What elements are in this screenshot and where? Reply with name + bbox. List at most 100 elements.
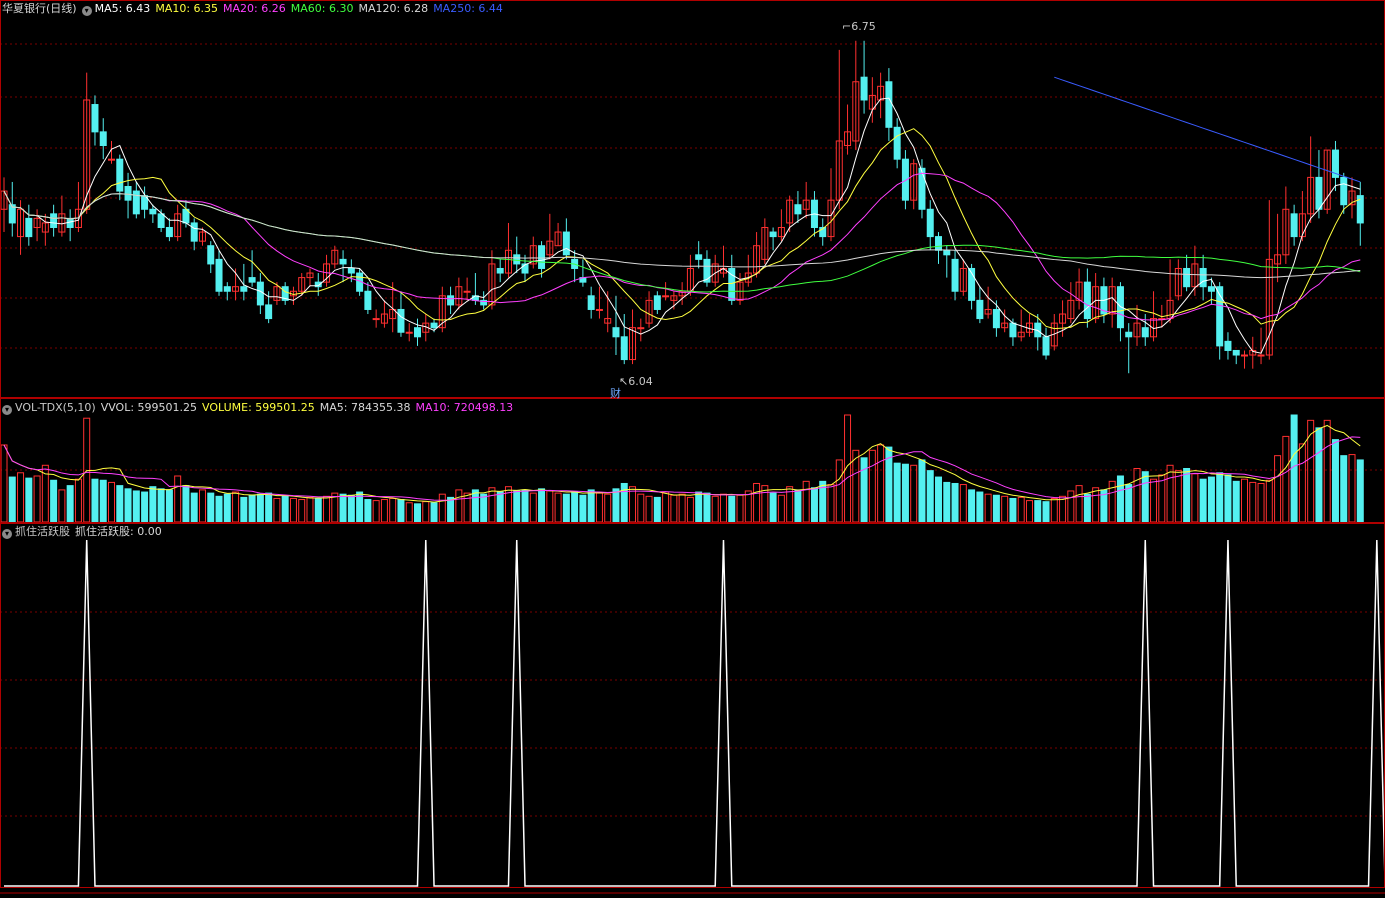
ma250-line: [1054, 76, 1361, 183]
volume-bar: [174, 475, 182, 523]
volume-bar: [99, 479, 107, 523]
volume-bar: [380, 499, 388, 523]
volume-bar: [835, 459, 843, 523]
volume-bar: [579, 494, 587, 523]
volume-bar: [777, 494, 785, 523]
candle-body: [215, 258, 223, 292]
volume-bar: [1199, 478, 1207, 523]
candle-body: [463, 290, 471, 293]
volume-bar: [695, 491, 703, 523]
volume-bar: [976, 491, 984, 523]
panel-border: [0, 0, 1385, 398]
title: 华夏银行(日线): [2, 2, 77, 15]
volume-bar: [1116, 475, 1124, 523]
candle-body: [256, 281, 264, 306]
candle-body: [695, 254, 703, 260]
volume-bar: [1092, 487, 1100, 523]
candle-body: [430, 322, 438, 329]
volume-bar: [1050, 497, 1058, 523]
candle-body: [124, 186, 132, 201]
volume-bar: [281, 495, 289, 523]
grid-lines: [0, 43, 1385, 817]
volume-bar: [496, 491, 504, 523]
volume-bar: [910, 464, 918, 523]
volume-bar: [1216, 472, 1224, 523]
candle-body: [248, 277, 256, 283]
candle-body: [885, 81, 893, 128]
stock-chart: [0, 0, 1385, 894]
volume-bar: [827, 484, 835, 523]
volume-bar: [1232, 480, 1240, 523]
volume-bar: [265, 492, 273, 523]
volume-bar: [17, 472, 25, 523]
volume-bar: [1042, 501, 1050, 523]
low-price-label: ↖6.04: [619, 375, 653, 388]
volume-bar: [1298, 443, 1306, 523]
candle-body: [1315, 176, 1323, 210]
volume-legend-item-0: VVOL: 599501.25: [100, 401, 198, 414]
volume-bar: [538, 488, 546, 523]
volume-bar: [736, 494, 744, 523]
chevron-down-icon[interactable]: ▾: [81, 6, 92, 16]
indicator-legend-item-0: 抓住活跃股: 0.00: [75, 525, 162, 538]
candle-body: [1083, 281, 1091, 320]
candle-body: [364, 290, 372, 310]
volume-bar: [1323, 419, 1331, 523]
volume-bar: [455, 489, 463, 523]
candle-body: [1199, 267, 1207, 288]
chevron-down-icon[interactable]: ▾: [2, 405, 12, 415]
candle-body: [769, 231, 777, 238]
volume-bar: [529, 492, 537, 523]
volume-bar: [587, 489, 595, 523]
volume-bar: [50, 479, 58, 523]
volume-bar: [678, 493, 686, 523]
ma-legend-item-4: MA120: 6.28: [358, 2, 429, 15]
volume-bar: [1166, 464, 1174, 523]
panel-frames: [0, 0, 1385, 894]
volume-bar: [124, 488, 132, 523]
candle-body: [595, 308, 603, 311]
volume-bar: [546, 490, 554, 523]
volume-bar: [149, 486, 157, 523]
volume-bar: [992, 494, 1000, 523]
volume-bar: [215, 495, 223, 523]
candle-body: [397, 308, 405, 333]
volume-bar: [645, 495, 653, 523]
ma-legend-item-1: MA10: 6.35: [155, 2, 219, 15]
volume-bar: [141, 491, 149, 523]
volume-bar: [637, 493, 645, 523]
moving-average-lines: [3, 76, 1361, 354]
volume-bar: [132, 490, 140, 523]
candle-body: [132, 190, 140, 215]
volume-bar: [1331, 439, 1339, 523]
volume-legend-item-2: MA5: 784355.38: [319, 401, 411, 414]
volume-bar: [1025, 500, 1033, 523]
volume-bar: [480, 493, 488, 523]
volume-bar: [943, 481, 951, 523]
volume-bar: [554, 492, 562, 523]
candle-body: [1232, 349, 1240, 356]
candle-body: [447, 295, 455, 306]
volume-bar: [91, 478, 99, 523]
ma-legend-item-5: MA250: 6.44: [433, 2, 503, 15]
volume-bar: [744, 490, 752, 523]
volume-bar: [33, 475, 41, 523]
volume-bar: [108, 481, 116, 523]
ma-legend-item-0: MA5: 6.43: [94, 2, 151, 15]
volume-bar: [653, 496, 661, 523]
chevron-down-icon[interactable]: ▾: [2, 529, 12, 539]
candle-body: [935, 236, 943, 251]
volume-bar: [686, 496, 694, 523]
event-marker[interactable]: 财: [610, 385, 621, 401]
signal-lines: [4, 539, 1385, 887]
volume-bar: [8, 476, 16, 523]
volume-bar: [629, 486, 637, 523]
candle-body: [976, 299, 984, 320]
volume-bar: [571, 491, 579, 523]
candles: [0, 40, 1364, 374]
volume-bar: [1274, 455, 1282, 523]
volume-bar: [802, 480, 810, 523]
panel-border: [0, 523, 1385, 888]
volume-bar: [1141, 471, 1149, 523]
volume-bar: [719, 493, 727, 523]
